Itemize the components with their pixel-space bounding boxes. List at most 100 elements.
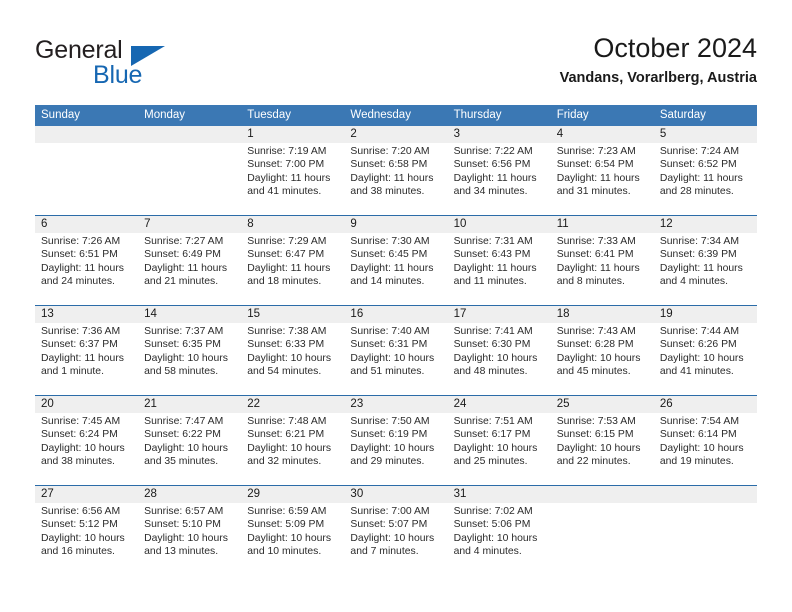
sunrise-text: Sunrise: 7:00 AM — [350, 506, 430, 517]
calendar-day-cell[interactable]: 11 Sunrise: 7:33 AM Sunset: 6:41 PM Dayligh… — [551, 216, 654, 305]
calendar-day-cell[interactable]: 21 Sunrise: 7:47 AM Sunset: 6:22 PM Dayligh… — [138, 396, 241, 485]
daylight-text: Daylight: 10 hours and 54 minutes. — [247, 352, 332, 378]
daylight-text: Daylight: 11 hours and 21 minutes. — [144, 262, 228, 288]
calendar-day-cell[interactable]: 20 Sunrise: 7:45 AM Sunset: 6:24 PM Dayligh… — [35, 396, 138, 485]
day-details: Sunrise: 7:37 AM Sunset: 6:35 PM Daylight:… — [144, 325, 235, 379]
calendar-day-cell[interactable]: 14 Sunrise: 7:37 AM Sunset: 6:35 PM Dayligh… — [138, 306, 241, 395]
daylight-text: Daylight: 10 hours and 16 minutes. — [41, 532, 125, 558]
sunset-text: Sunset: 5:06 PM — [453, 519, 531, 531]
sunrise-text: Sunrise: 7:53 AM — [556, 416, 636, 427]
daylight-text: Daylight: 10 hours and 32 minutes. — [247, 442, 332, 468]
calendar-day-cell[interactable]: 1 Sunrise: 7:19 AM Sunset: 7:00 PM Daylight… — [241, 126, 344, 215]
weekday-header-wednesday: Wednesday — [350, 109, 411, 121]
calendar-day-cell[interactable]: 3 Sunrise: 7:22 AM Sunset: 6:56 PM Daylight… — [448, 126, 551, 215]
daylight-text: Daylight: 11 hours and 41 minutes. — [247, 172, 331, 198]
day-number: 3 — [453, 128, 460, 140]
sunrise-text: Sunrise: 7:02 AM — [453, 506, 533, 517]
calendar-day-cell[interactable]: 10 Sunrise: 7:31 AM Sunset: 6:43 PM Dayligh… — [448, 216, 551, 305]
day-number: 26 — [659, 398, 673, 410]
day-details: Sunrise: 7:23 AM Sunset: 6:54 PM Daylight:… — [557, 145, 648, 199]
calendar-day-cell[interactable]: 5 Sunrise: 7:24 AM Sunset: 6:52 PM Daylight… — [654, 126, 757, 215]
calendar-day-cell[interactable]: 26 Sunrise: 7:54 AM Sunset: 6:14 PM Dayligh… — [654, 396, 757, 485]
daylight-text: Daylight: 10 hours and 22 minutes. — [556, 442, 641, 468]
general-blue-logo[interactable]: General Blue — [35, 36, 235, 89]
weekday-header-saturday: Saturday — [659, 109, 706, 121]
sunrise-text: Sunrise: 7:44 AM — [659, 326, 739, 337]
logo-text-blue: Blue — [93, 61, 143, 89]
daylight-text: Daylight: 10 hours and 19 minutes. — [659, 442, 744, 468]
calendar-day-cell[interactable]: 8 Sunrise: 7:29 AM Sunset: 6:47 PM Daylight… — [241, 216, 344, 305]
day-number: 20 — [41, 398, 54, 410]
daylight-text: Daylight: 10 hours and 58 minutes. — [144, 352, 228, 378]
sunset-text: Sunset: 7:00 PM — [247, 159, 325, 171]
sunrise-text: Sunrise: 7:23 AM — [556, 146, 636, 157]
day-number — [557, 486, 648, 503]
sunset-text: Sunset: 5:07 PM — [350, 519, 428, 531]
day-details: Sunrise: 7:26 AM Sunset: 6:51 PM Daylight:… — [41, 235, 132, 289]
calendar-day-cell[interactable]: 18 Sunrise: 7:43 AM Sunset: 6:28 PM Dayligh… — [551, 306, 654, 395]
calendar-day-cell[interactable]: 24 Sunrise: 7:51 AM Sunset: 6:17 PM Dayligh… — [448, 396, 551, 485]
calendar-day-cell[interactable]: 31 Sunrise: 7:02 AM Sunset: 5:06 PM Dayligh… — [448, 486, 551, 575]
calendar-day-cell[interactable]: 30 Sunrise: 7:00 AM Sunset: 5:07 PM Dayligh… — [344, 486, 447, 575]
sunrise-text: Sunrise: 7:20 AM — [350, 146, 430, 157]
day-details: Sunrise: 7:27 AM Sunset: 6:49 PM Daylight:… — [144, 235, 235, 289]
day-details: Sunrise: 7:40 AM Sunset: 6:31 PM Daylight:… — [350, 325, 441, 379]
day-number: 1 — [247, 128, 254, 140]
sunrise-text: Sunrise: 7:30 AM — [350, 236, 430, 247]
calendar-day-cell[interactable]: 19 Sunrise: 7:44 AM Sunset: 6:26 PM Dayligh… — [654, 306, 757, 395]
calendar-day-cell[interactable]: 6 Sunrise: 7:26 AM Sunset: 6:51 PM Daylight… — [35, 216, 138, 305]
calendar-day-cell-empty — [35, 126, 138, 215]
weekday-header-sunday: Sunday — [41, 109, 81, 121]
sunrise-text: Sunrise: 7:48 AM — [247, 416, 327, 427]
sunset-text: Sunset: 6:56 PM — [453, 159, 531, 171]
sunset-text: Sunset: 6:14 PM — [659, 429, 737, 441]
sunset-text: Sunset: 6:47 PM — [247, 249, 325, 261]
calendar-day-cell[interactable]: 17 Sunrise: 7:41 AM Sunset: 6:30 PM Dayligh… — [448, 306, 551, 395]
calendar-day-cell[interactable]: 28 Sunrise: 6:57 AM Sunset: 5:10 PM Dayligh… — [138, 486, 241, 575]
calendar-day-cell[interactable]: 27 Sunrise: 6:56 AM Sunset: 5:12 PM Dayligh… — [35, 486, 138, 575]
calendar-day-cell[interactable]: 12 Sunrise: 7:34 AM Sunset: 6:39 PM Dayligh… — [654, 216, 757, 305]
day-number: 4 — [556, 128, 564, 140]
daylight-text: Daylight: 10 hours and 13 minutes. — [144, 532, 228, 558]
sunset-text: Sunset: 6:43 PM — [453, 249, 531, 261]
day-number: 8 — [247, 218, 254, 230]
sunset-text: Sunset: 6:41 PM — [556, 249, 634, 261]
calendar-day-cell[interactable]: 7 Sunrise: 7:27 AM Sunset: 6:49 PM Daylight… — [138, 216, 241, 305]
calendar-day-cell[interactable]: 15 Sunrise: 7:38 AM Sunset: 6:33 PM Dayligh… — [241, 306, 344, 395]
daylight-text: Daylight: 11 hours and 18 minutes. — [247, 262, 331, 288]
weekday-header-thursday: Thursday — [453, 109, 502, 121]
calendar-day-cell[interactable]: 23 Sunrise: 7:50 AM Sunset: 6:19 PM Dayligh… — [344, 396, 447, 485]
sunset-text: Sunset: 6:51 PM — [41, 249, 118, 261]
sunset-text: Sunset: 6:58 PM — [350, 159, 428, 171]
sunset-text: Sunset: 6:28 PM — [556, 339, 634, 351]
day-number — [660, 486, 751, 503]
day-details: Sunrise: 7:36 AM Sunset: 6:37 PM Daylight:… — [41, 325, 132, 379]
calendar-day-cell[interactable]: 13 Sunrise: 7:36 AM Sunset: 6:37 PM Dayligh… — [35, 306, 138, 395]
day-details: Sunrise: 7:19 AM Sunset: 7:00 PM Daylight:… — [247, 145, 338, 199]
calendar-week-row: 1 Sunrise: 7:19 AM Sunset: 7:00 PM Daylight… — [35, 126, 757, 215]
day-number: 16 — [350, 308, 364, 320]
day-details: Sunrise: 7:22 AM Sunset: 6:56 PM Daylight:… — [454, 145, 545, 199]
day-details: Sunrise: 7:50 AM Sunset: 6:19 PM Daylight:… — [350, 415, 441, 469]
day-details: Sunrise: 7:29 AM Sunset: 6:47 PM Daylight:… — [247, 235, 338, 289]
daylight-text: Daylight: 11 hours and 34 minutes. — [453, 172, 537, 198]
day-number: 7 — [144, 218, 151, 230]
calendar-day-cell[interactable]: 2 Sunrise: 7:20 AM Sunset: 6:58 PM Daylight… — [344, 126, 447, 215]
calendar-day-cell[interactable]: 22 Sunrise: 7:48 AM Sunset: 6:21 PM Dayligh… — [241, 396, 344, 485]
day-number: 9 — [350, 218, 357, 230]
day-number: 15 — [247, 308, 261, 320]
sunset-text: Sunset: 6:37 PM — [41, 339, 118, 351]
calendar-day-cell[interactable]: 29 Sunrise: 6:59 AM Sunset: 5:09 PM Dayligh… — [241, 486, 344, 575]
daylight-text: Daylight: 11 hours and 31 minutes. — [556, 172, 640, 198]
daylight-text: Daylight: 10 hours and 29 minutes. — [350, 442, 435, 468]
day-number: 25 — [556, 398, 570, 410]
calendar-day-cell[interactable]: 9 Sunrise: 7:30 AM Sunset: 6:45 PM Daylight… — [344, 216, 447, 305]
day-details: Sunrise: 7:48 AM Sunset: 6:21 PM Daylight:… — [247, 415, 338, 469]
sunrise-text: Sunrise: 6:57 AM — [144, 506, 224, 517]
calendar-day-cell[interactable]: 4 Sunrise: 7:23 AM Sunset: 6:54 PM Daylight… — [551, 126, 654, 215]
calendar-day-cell[interactable]: 16 Sunrise: 7:40 AM Sunset: 6:31 PM Dayligh… — [344, 306, 447, 395]
calendar-day-cell[interactable]: 25 Sunrise: 7:53 AM Sunset: 6:15 PM Dayligh… — [551, 396, 654, 485]
sunset-text: Sunset: 6:52 PM — [659, 159, 737, 171]
calendar-weeks: 1 Sunrise: 7:19 AM Sunset: 7:00 PM Daylight… — [35, 126, 757, 575]
day-details: Sunrise: 6:56 AM Sunset: 5:12 PM Daylight:… — [41, 505, 132, 559]
